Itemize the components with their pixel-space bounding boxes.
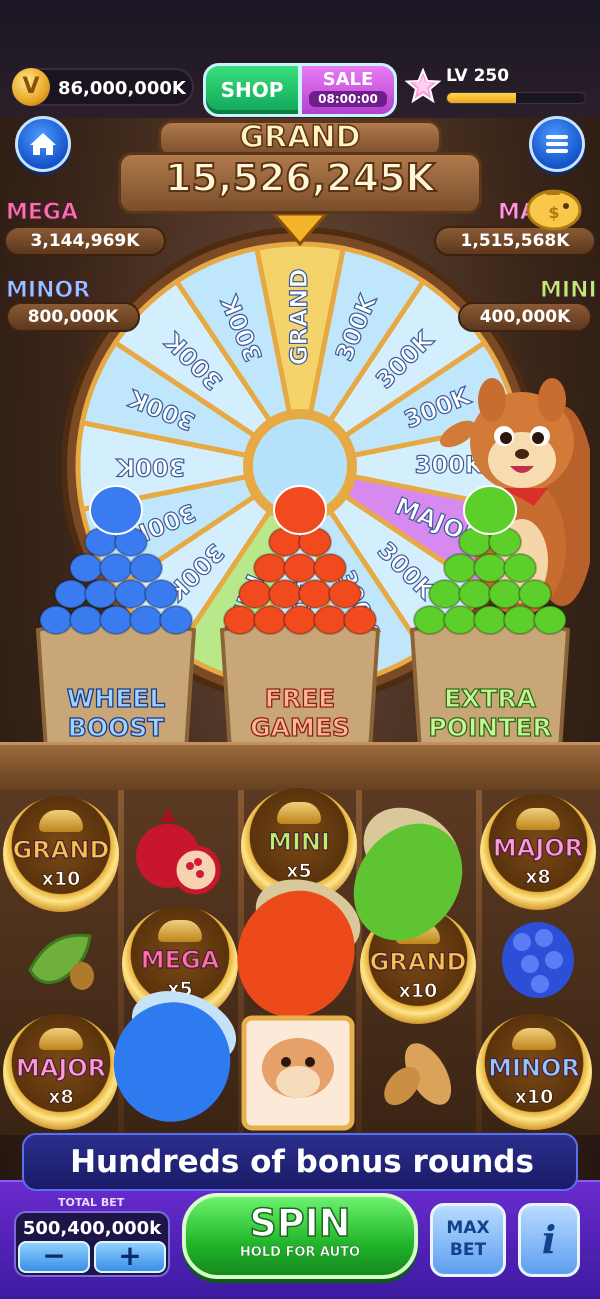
promo-banner: Hundreds of bonus rounds bbox=[22, 1133, 578, 1191]
acorn-icon bbox=[443, 605, 477, 635]
home-icon bbox=[30, 133, 56, 155]
piggy-bank-icon[interactable]: $ bbox=[524, 182, 586, 232]
grand-value: 15,526,245K bbox=[164, 155, 436, 201]
menu-button[interactable] bbox=[529, 116, 585, 172]
home-button[interactable] bbox=[15, 116, 71, 172]
grand-jackpot-board: GRAND 15,526,245K bbox=[118, 119, 482, 216]
free-games-label: FREE GAMES bbox=[220, 683, 380, 742]
decrease-bet-button[interactable]: − bbox=[18, 1241, 90, 1273]
game-screen: V 86,000,000K SHOP SALE 08:00:00 LV 250 bbox=[0, 0, 600, 1299]
coin-balance-value: 86,000,000K bbox=[58, 78, 186, 99]
acorn-icon bbox=[99, 553, 133, 583]
reel-symbols bbox=[28, 807, 574, 1131]
acorn-icon bbox=[298, 579, 332, 609]
acorn-icon bbox=[54, 579, 88, 609]
acorn-icon bbox=[39, 605, 73, 635]
svg-text:$: $ bbox=[548, 203, 559, 222]
blue-acorn-icon bbox=[113, 991, 237, 1122]
oak-leaf-icon bbox=[28, 933, 94, 990]
blueberries-icon bbox=[502, 922, 574, 998]
acorn-icon bbox=[89, 485, 143, 535]
star-icon[interactable] bbox=[405, 68, 441, 104]
grand-label: GRAND bbox=[239, 119, 361, 156]
acorn-icon bbox=[443, 553, 477, 583]
shop-button[interactable]: SHOP bbox=[203, 63, 301, 117]
mini-label: MINI bbox=[540, 278, 598, 304]
minor-label: MINOR bbox=[5, 278, 91, 304]
acorn-icon bbox=[283, 605, 317, 635]
acorn-icon bbox=[268, 579, 302, 609]
wheel-segment-label: 300K bbox=[115, 453, 185, 481]
extra-pointer-line2: POINTER bbox=[428, 712, 552, 742]
free-games-line1: FREE bbox=[264, 683, 336, 713]
menu-icon bbox=[546, 135, 568, 153]
extra-pointer-line1: EXTRA bbox=[443, 683, 536, 713]
spin-label: SPIN bbox=[249, 1200, 352, 1246]
acorn-icon bbox=[488, 579, 522, 609]
acorn-icon bbox=[413, 605, 447, 635]
acorn-icon bbox=[473, 605, 507, 635]
level-progress-fill bbox=[447, 93, 516, 103]
acorn-icon bbox=[159, 605, 193, 635]
squirrel-card-icon bbox=[241, 1015, 355, 1131]
wheel-pointer-icon bbox=[272, 212, 328, 246]
sale-button[interactable]: SALE 08:00:00 bbox=[299, 63, 397, 117]
mega-value: 3,144,969K bbox=[4, 226, 166, 256]
acorn-icon bbox=[144, 579, 178, 609]
increase-bet-button[interactable]: + bbox=[94, 1241, 166, 1273]
minor-value: 800,000K bbox=[6, 302, 140, 332]
acorn-icon bbox=[253, 553, 287, 583]
max-bet-line2: BET bbox=[449, 1240, 487, 1260]
wheel-boost-line1: WHEEL bbox=[66, 683, 166, 713]
acorn-icon bbox=[69, 553, 103, 583]
max-bet-line1: MAX bbox=[446, 1218, 490, 1238]
pomegranate-icon bbox=[136, 808, 221, 895]
sale-timer: 08:00:00 bbox=[309, 91, 387, 107]
wheel-segment-label: GRAND bbox=[285, 269, 313, 366]
wheel-boost-label: WHEEL BOOST bbox=[36, 683, 196, 742]
acorn-icon bbox=[273, 485, 327, 535]
info-button[interactable]: i bbox=[518, 1203, 580, 1277]
acorn-icon bbox=[428, 579, 462, 609]
level-progress-bar bbox=[446, 92, 586, 104]
sale-label: SALE bbox=[322, 69, 374, 90]
acorn-icon bbox=[518, 579, 552, 609]
extra-pointer-label: EXTRA POINTER bbox=[410, 683, 570, 742]
acorn-icon bbox=[99, 605, 133, 635]
acorn-icon bbox=[313, 605, 347, 635]
promo-banner-text: Hundreds of bonus rounds bbox=[70, 1144, 534, 1180]
acorn-icon bbox=[473, 553, 507, 583]
acorn-icon bbox=[238, 579, 272, 609]
wheel-boost-line2: BOOST bbox=[67, 712, 165, 742]
acorn-icon bbox=[223, 605, 257, 635]
coin-balance[interactable]: V 86,000,000K bbox=[12, 68, 194, 106]
acorn-icon bbox=[343, 605, 377, 635]
coin-icon: V bbox=[12, 68, 50, 106]
red-acorn-icon bbox=[237, 879, 361, 1018]
spin-button[interactable]: SPIN HOLD FOR AUTO bbox=[182, 1193, 418, 1279]
acorn-icon bbox=[283, 553, 317, 583]
acorn-icon bbox=[253, 605, 287, 635]
acorn-icon bbox=[313, 553, 347, 583]
acorn-icon bbox=[69, 605, 103, 635]
free-games-line2: GAMES bbox=[249, 712, 350, 742]
max-bet-button[interactable]: MAX BET bbox=[430, 1203, 506, 1277]
acorn-icon bbox=[328, 579, 362, 609]
spin-sublabel: HOLD FOR AUTO bbox=[239, 1245, 361, 1260]
level-label: LV 250 bbox=[446, 66, 510, 86]
total-bet-value: 500,400,000k bbox=[22, 1218, 162, 1239]
acorn-icon bbox=[533, 605, 567, 635]
mini-value: 400,000K bbox=[458, 302, 592, 332]
acorn-icon bbox=[458, 579, 492, 609]
acorn-icon bbox=[114, 579, 148, 609]
acorn-icon bbox=[503, 553, 537, 583]
acorn-icon bbox=[503, 605, 537, 635]
acorn-icon bbox=[463, 485, 517, 535]
acorn-icon bbox=[129, 553, 163, 583]
mega-label: MEGA bbox=[5, 200, 79, 226]
total-bet-label: TOTAL BET bbox=[58, 1196, 125, 1209]
acorn-icon bbox=[84, 579, 118, 609]
peanuts-icon bbox=[384, 1043, 452, 1106]
acorn-icon bbox=[129, 605, 163, 635]
